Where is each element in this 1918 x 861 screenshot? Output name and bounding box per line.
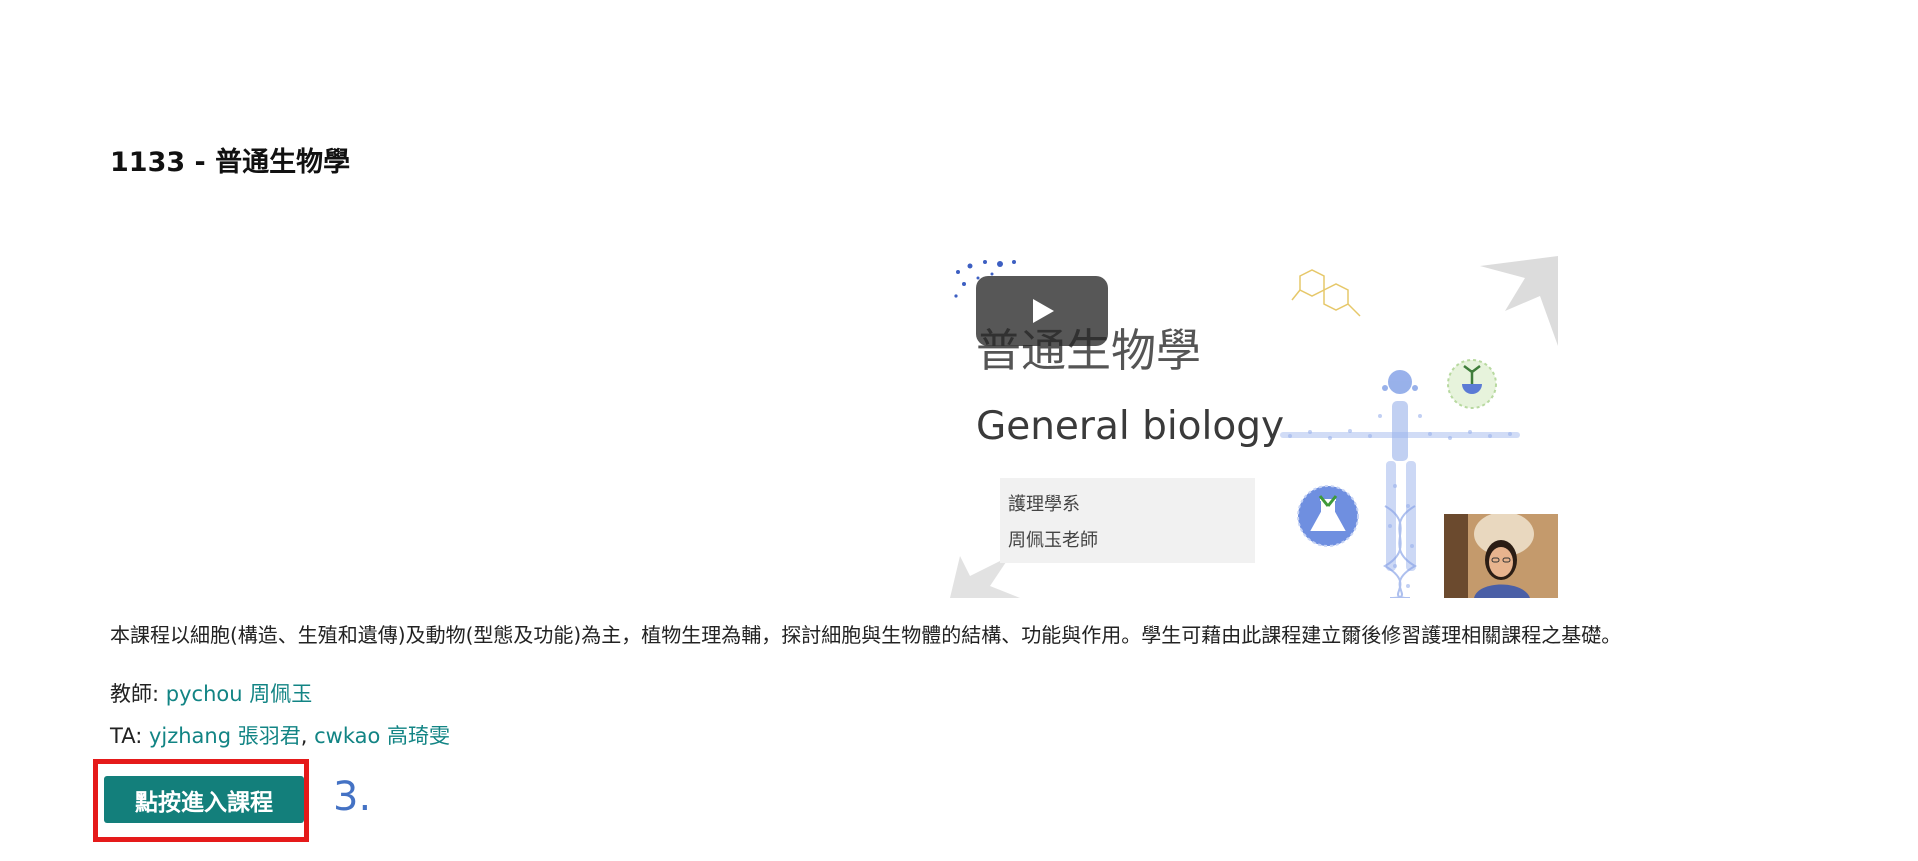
- course-intro-video[interactable]: 普通生物學 General biology 護理學系 周佩玉老師: [950, 256, 1558, 598]
- slide-title-english: General biology: [976, 404, 1285, 449]
- play-icon: [1033, 299, 1054, 323]
- teacher-line: 教師: pychou 周佩玉: [110, 678, 312, 708]
- video-play-button[interactable]: [976, 276, 1108, 346]
- slide-department: 護理學系: [1008, 494, 1080, 515]
- course-title: 1133 - 普通生物學: [110, 147, 351, 178]
- step-label: 3.: [333, 774, 372, 820]
- instructor-portrait: [1444, 514, 1558, 598]
- teacher-label: 教師:: [110, 682, 166, 706]
- enter-course-button[interactable]: 點按進入課程: [104, 776, 304, 823]
- ta-link-1[interactable]: yjzhang 張羽君: [149, 724, 301, 748]
- course-description: 本課程以細胞(構造、生殖和遺傳)及動物(型態及功能)為主，植物生理為輔，探討細胞…: [110, 623, 1622, 647]
- slide-teacher: 周佩玉老師: [1008, 530, 1098, 551]
- molecule-decoration: [1291, 269, 1361, 317]
- teacher-link[interactable]: pychou 周佩玉: [166, 682, 312, 706]
- ta-line: TA: yjzhang 張羽君, cwkao 高琦雯: [110, 720, 450, 750]
- slide-info-box: 護理學系 周佩玉老師: [1000, 478, 1255, 563]
- instructor-webcam-thumbnail: [1444, 514, 1558, 598]
- arrow-decoration: [1480, 256, 1558, 346]
- ta-link-2[interactable]: cwkao 高琦雯: [314, 724, 450, 748]
- ta-label: TA:: [110, 724, 149, 748]
- ta-separator: ,: [300, 724, 315, 748]
